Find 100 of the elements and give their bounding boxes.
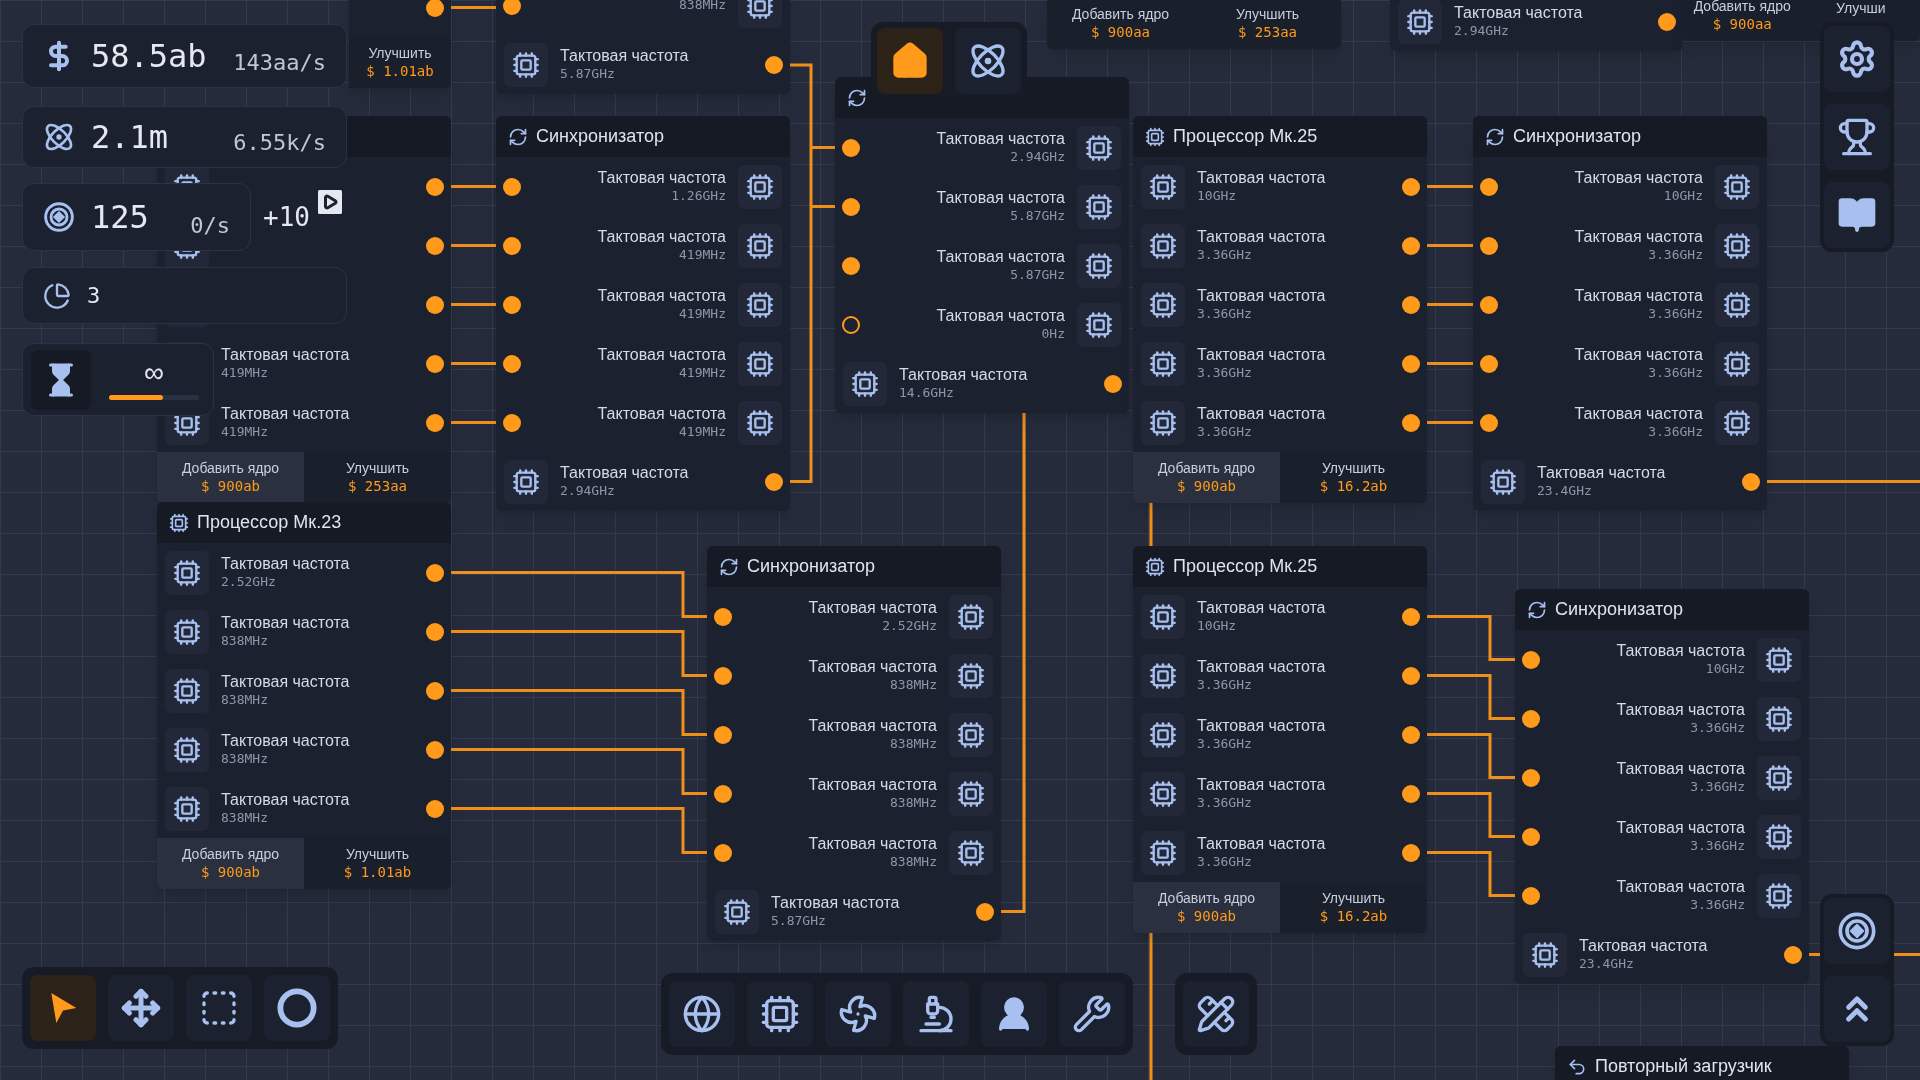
port-value: 23.4GHz [1579,956,1634,973]
port-label: Тактовая частота [1574,168,1703,189]
upgrade-button[interactable]: Улучшить $ 253aa [1194,0,1341,49]
port-label: Тактовая частота [1197,657,1326,678]
port-label: Тактовая частота [1537,463,1666,484]
port-label: Тактовая частота [1574,286,1703,307]
port-value: 838MHz [221,692,268,709]
port-label: Тактовая частота [597,345,726,366]
node-title: Синхронизатор [747,555,875,578]
port-value: 3.36GHz [1197,677,1252,694]
port-value: 2.94GHz [1454,23,1509,40]
port-label: Тактовая частота [1197,716,1326,737]
timer-label: ∞ [144,359,164,387]
port-value: 3.36GHz [1690,720,1745,737]
port-value: 5.87GHz [771,913,826,930]
port-label: Тактовая частота [560,46,689,67]
upgrade-button[interactable]: Улучшить $ 16.2ab [1280,882,1427,933]
port-value: 3.36GHz [1197,795,1252,812]
port-label: Тактовая частота [899,365,1028,386]
port-label: Тактовая частота [1616,700,1745,721]
port-value: 2.94GHz [560,483,615,500]
port-value: 838MHz [890,677,937,694]
port-label: Тактовая частота [221,613,350,634]
port-value: 3.36GHz [1690,897,1745,914]
port-label: Тактовая частота [808,834,937,855]
port-value: 419MHz [221,424,268,441]
port-value: 419MHz [679,365,726,382]
port-label: Тактовая частота [560,463,689,484]
port-label: Тактовая частота [808,716,937,737]
node-title: Синхронизатор [1555,598,1683,621]
port-value: 419MHz [221,365,268,382]
port-label: Тактовая частота [1197,227,1326,248]
add-core-button[interactable]: Добавить ядро $ 900ab [1133,882,1280,933]
port-value: 10GHz [1197,618,1237,635]
port-label: Тактовая частота [1616,759,1745,780]
port-value: 419MHz [679,247,726,264]
add-core-button[interactable]: Добавить ядро $ 900ab [157,838,304,889]
port-label: Тактовая частота [936,306,1065,327]
port-label: Тактовая частота [936,188,1065,209]
port-label: Тактовая частота [1574,345,1703,366]
port-label: Тактовая частота [1574,404,1703,425]
port-value: 2.94GHz [1010,149,1065,166]
port-value: 5.87GHz [560,66,615,83]
port-label: Тактовая частота [1616,641,1745,662]
node-title: Процессор Мк.25 [1173,125,1318,148]
node-title: Синхронизатор [536,125,664,148]
port-label: Тактовая частота [1616,877,1745,898]
port-label: Тактовая частота [221,672,350,693]
port-label: Тактовая частота [597,168,726,189]
port-value: 838MHz [679,0,726,14]
add-core-button[interactable]: Добавить ядро $ 900ab [1133,452,1280,503]
port-label: Тактовая частота [936,129,1065,150]
stat-value: 125 [91,197,149,238]
add-core-button[interactable]: Добавить ядро $ 900ab [157,452,304,503]
port-value: 838MHz [890,854,937,871]
port-value: 3.36GHz [1690,779,1745,796]
port-value: 3.36GHz [1648,306,1703,323]
port-value: 3.36GHz [1648,424,1703,441]
port-label: Тактовая частота [936,247,1065,268]
node-title: Процессор Мк.23 [197,511,342,534]
port-value: 3.36GHz [1197,365,1252,382]
port-value: 23.4GHz [1537,483,1592,500]
add-core-button[interactable]: Добавить ядро $ 900aa [1047,0,1194,49]
port-value: 0Hz [1041,326,1065,343]
port-value: 3.36GHz [1690,838,1745,855]
port-label: Тактовая частота [1616,818,1745,839]
port-value: 3.36GHz [1648,365,1703,382]
port-label: Тактовая частота [808,775,937,796]
add-core-button[interactable]: Добавить ядро $ 900aa [1683,0,1802,41]
port-value: 3.36GHz [1197,854,1252,871]
upgrade-button[interactable]: Улучшить $ 1.01ab [349,37,451,88]
port-value: 10GHz [1663,188,1703,205]
port-value: 3.36GHz [1197,306,1252,323]
stat-rate: 143aa/s [233,49,326,77]
port-label: Тактовая частота [1574,227,1703,248]
upgrade-button[interactable]: Улучшить $ 253aa [304,452,451,503]
port-label: Тактовая частота [1197,345,1326,366]
port-label: Тактовая частота [1197,775,1326,796]
port-value: 3.36GHz [1648,247,1703,264]
port-label: Тактовая частота [1197,168,1326,189]
port-label: Тактовая частота [808,657,937,678]
port-value: 838MHz [890,736,937,753]
port-value: 10GHz [1197,188,1237,205]
port-value: 2.52GHz [882,618,937,635]
stat-rate: 0/s [190,212,230,240]
port-label: Тактовая частота [221,404,350,425]
stat-value: 2.1m [91,117,169,158]
port-value: 14.6GHz [899,385,954,402]
upgrade-button[interactable]: Улучшить $ 16.2ab [1280,452,1427,503]
port-value: 3.36GHz [1197,424,1252,441]
port-value: 3.36GHz [1197,736,1252,753]
port-label: Тактовая частота [597,404,726,425]
upgrade-button[interactable]: Улучшить $ 1.01ab [304,838,451,889]
port-value: 2.52GHz [221,574,276,591]
port-value: 1.26GHz [671,188,726,205]
port-label: Тактовая частота [597,227,726,248]
port-value: 3.36GHz [1197,247,1252,264]
node-title: Повторный загрузчик [1595,1055,1772,1078]
node-title: Синхронизатор [1513,125,1641,148]
port-label: Тактовая частота [1579,936,1708,957]
